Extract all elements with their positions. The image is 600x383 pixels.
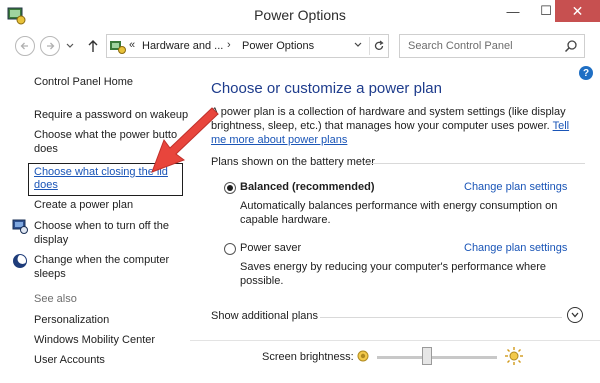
forward-arrow-icon	[47, 42, 55, 50]
power-saver-radio[interactable]	[224, 243, 236, 255]
additional-plans-divider	[320, 317, 562, 318]
brightness-low-icon	[357, 350, 369, 362]
brightness-slider-track[interactable]	[377, 356, 497, 359]
annotation-arrow-icon	[151, 107, 219, 173]
main-content: Choose or customize a power plan A power…	[190, 62, 600, 383]
breadcrumb-power-options[interactable]: Power Options	[242, 40, 314, 52]
computer-sleeps-link-line1[interactable]: Change when the computer	[34, 254, 169, 267]
power-saver-plan-description: Saves energy by reducing your computer's…	[240, 261, 546, 287]
forward-button[interactable]	[40, 36, 60, 56]
close-button[interactable]: ✕	[555, 0, 600, 22]
screen-brightness-label: Screen brightness:	[262, 351, 354, 363]
control-panel-home-link[interactable]: Control Panel Home	[34, 76, 133, 89]
user-accounts-link[interactable]: User Accounts	[34, 354, 105, 367]
create-power-plan-link[interactable]: Create a power plan	[34, 199, 133, 212]
power-saver-plan-name[interactable]: Power saver	[240, 242, 301, 254]
computer-sleeps-link-line2[interactable]: sleeps	[34, 268, 66, 281]
brightness-high-icon	[505, 347, 523, 365]
breadcrumb-hardware[interactable]: Hardware and ...	[142, 40, 223, 52]
control-panel-icon	[110, 41, 126, 54]
chevron-down-icon	[571, 312, 579, 318]
page-title: Choose or customize a power plan	[211, 80, 442, 97]
brightness-bar: Screen brightness:	[190, 340, 600, 383]
title-bar: Power Options — ☐ ✕	[0, 0, 600, 30]
refresh-button[interactable]	[369, 37, 387, 55]
power-button-link-line2[interactable]: does	[34, 143, 58, 156]
search-icon[interactable]	[564, 39, 578, 53]
balanced-plan-name[interactable]: Balanced (recommended)	[240, 181, 374, 193]
battery-meter-section-label: Plans shown on the battery meter	[211, 156, 375, 168]
address-bar[interactable]: « Hardware and ... › Power Options	[106, 34, 389, 58]
up-arrow-icon[interactable]	[86, 38, 100, 54]
back-button[interactable]	[15, 36, 35, 56]
search-box[interactable]	[399, 34, 585, 58]
expand-chevron-icon[interactable]	[567, 307, 583, 323]
address-dropdown-icon[interactable]	[352, 39, 364, 51]
intro-text: A power plan is a collection of hardware…	[211, 105, 581, 147]
display-timeout-icon	[12, 219, 28, 234]
balanced-change-settings-link[interactable]: Change plan settings	[464, 181, 567, 193]
balanced-radio[interactable]	[224, 182, 236, 194]
navigation-bar: « Hardware and ... › Power Options	[0, 30, 600, 62]
intro-description: A power plan is a collection of hardware…	[211, 106, 566, 132]
power-saver-change-settings-link[interactable]: Change plan settings	[464, 242, 567, 254]
sleep-moon-icon	[13, 254, 28, 268]
show-additional-plans-label[interactable]: Show additional plans	[211, 310, 318, 322]
search-input[interactable]	[400, 35, 560, 57]
refresh-icon	[374, 40, 384, 50]
minimize-button[interactable]: —	[497, 0, 529, 22]
closing-lid-link-line2[interactable]: does	[34, 179, 58, 192]
mobility-center-link[interactable]: Windows Mobility Center	[34, 334, 155, 347]
back-arrow-icon	[20, 42, 28, 50]
brightness-slider-thumb[interactable]	[422, 347, 433, 365]
balanced-plan-description: Automatically balances performance with …	[240, 200, 558, 226]
section-divider	[365, 163, 585, 164]
personalization-link[interactable]: Personalization	[34, 314, 109, 327]
breadcrumb-separator[interactable]: ›	[227, 39, 231, 51]
turn-off-display-link-line2[interactable]: display	[34, 234, 68, 247]
turn-off-display-link-line1[interactable]: Choose when to turn off the	[34, 220, 169, 233]
see-also-heading: See also	[34, 293, 77, 305]
recent-locations-chevron-icon[interactable]	[64, 39, 76, 53]
address-overflow-chevron[interactable]: «	[129, 39, 135, 51]
